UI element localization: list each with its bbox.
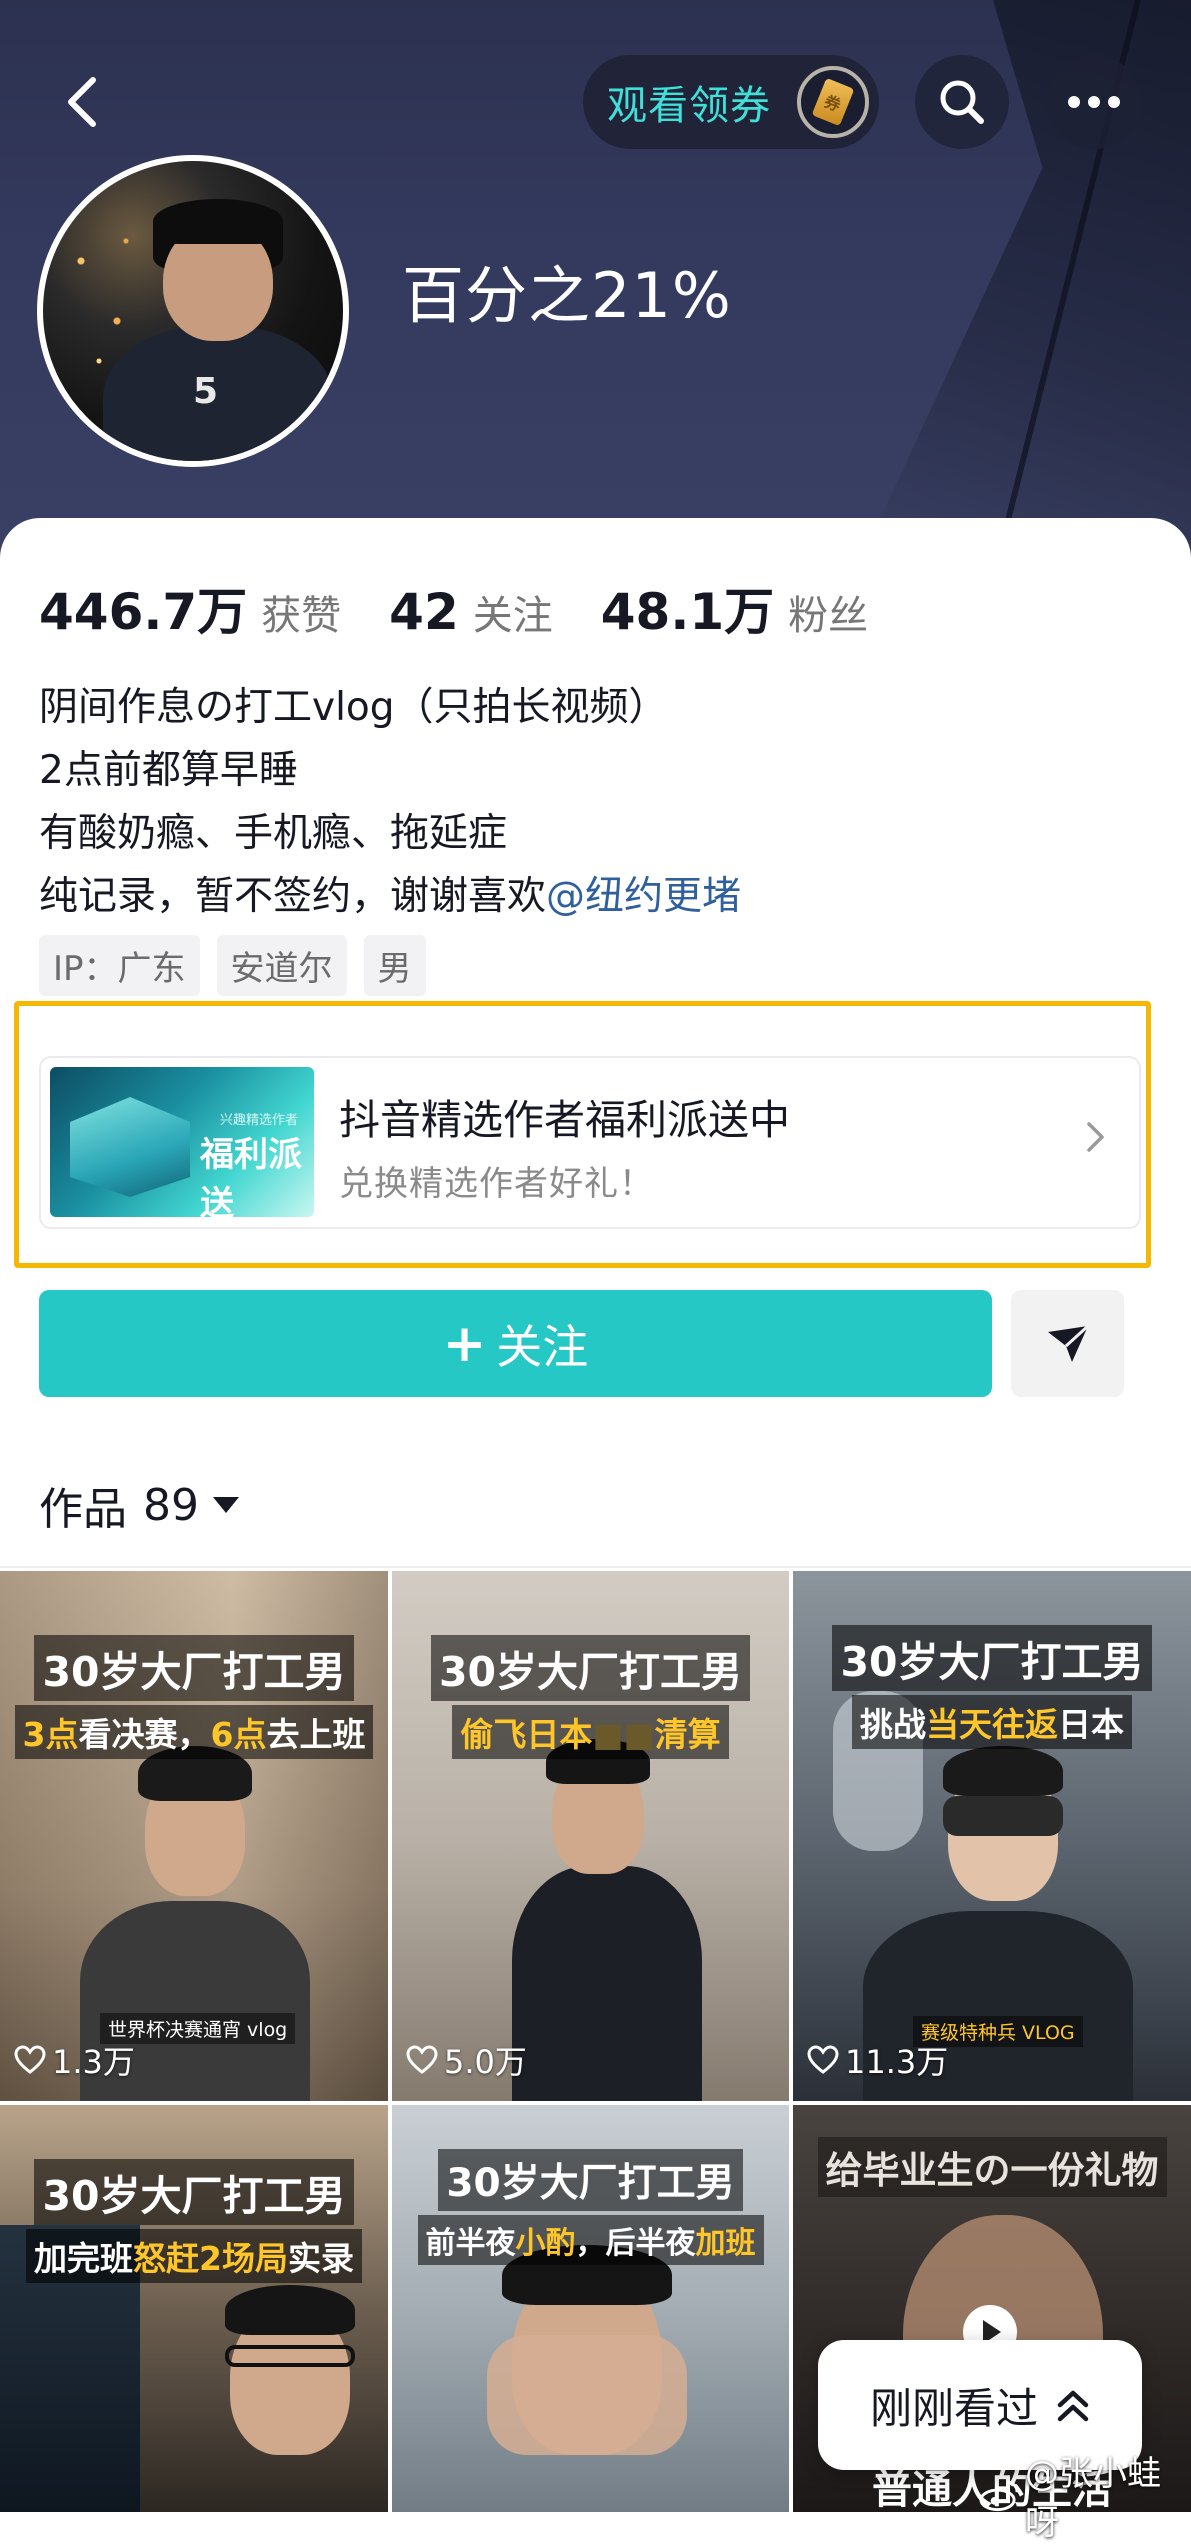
video-thumbnail[interactable]: 30岁大厂打工男 加完班怒赶2场局实录 [0, 2105, 388, 2512]
promo-image: 兴趣精选作者 福利派送 [50, 1067, 314, 1217]
region-tag: 安道尔 [216, 935, 347, 996]
follow-label: 关注 [496, 1319, 589, 1374]
paper-plane-icon [1047, 1324, 1089, 1362]
plus-icon: + [442, 1313, 487, 1374]
video-thumbnail[interactable]: 30岁大厂打工男 偷飞日本■■清算 5.0万 [392, 1571, 789, 2101]
weibo-logo-icon [979, 2480, 1019, 2512]
back-button[interactable] [36, 55, 130, 149]
caret-down-icon [213, 1497, 239, 1513]
gender-tag: 男 [363, 935, 426, 996]
video-subtitle: 加完班怒赶2场局实录 [26, 2229, 362, 2283]
divider [0, 1566, 1191, 1568]
ticket-icon: 券 [797, 66, 869, 138]
works-count: 89 [143, 1479, 199, 1531]
bio-line: 有酸奶瘾、手机瘾、拖延症 [39, 811, 508, 856]
video-likes: 11.3万 [807, 2037, 948, 2083]
video-likes: 5.0万 [406, 2037, 527, 2083]
promo-image-small-text: 兴趣精选作者 [220, 1113, 299, 1128]
works-tab-header[interactable]: 作品 89 [39, 1473, 239, 1537]
video-thumbnail[interactable]: 30岁大厂打工男 3点看决赛，6点去上班 世界杯决赛通宵 vlog 1.3万 [0, 1571, 388, 2101]
video-subtitle: 挑战当天往返日本 [852, 1695, 1132, 1749]
heart-icon [14, 2045, 46, 2074]
bio-line: 纯记录，暂不签约，谢谢喜欢@纽约更堵 [39, 865, 741, 928]
video-subtitle: 3点看决赛，6点去上班 [14, 1705, 374, 1759]
watermark-text: @张小蛙呀 [1024, 2454, 1161, 2543]
video-thumbnail[interactable]: 30岁大厂打工男 前半夜小酌，后半夜加班 [392, 2105, 789, 2512]
chevron-right-icon [1085, 1120, 1107, 1158]
profile-stats: 446.7万 获赞 42 关注 48.1万 粉丝 [39, 572, 916, 644]
double-chevron-up-icon [1057, 2390, 1089, 2422]
heart-icon [807, 2045, 839, 2074]
video-title: 30岁大厂打工男 [34, 1635, 354, 1701]
chevron-left-icon [68, 77, 96, 127]
likes-label: 获赞 [261, 593, 342, 639]
promo-image-big-text: 福利派送 [200, 1135, 302, 1217]
video-subtitle: 偷飞日本■■清算 [452, 1705, 729, 1759]
video-title: 给毕业生の一份礼物 [817, 2137, 1167, 2197]
more-dots-icon [1068, 96, 1120, 108]
search-icon [940, 80, 984, 124]
username: 百分之21% [402, 259, 732, 332]
video-title: 30岁大厂打工男 [430, 1635, 751, 1701]
bio-line: 2点前都算早睡 [39, 748, 298, 793]
video-title: 30岁大厂打工男 [832, 1625, 1152, 1691]
avatar[interactable]: 5 [37, 155, 349, 467]
recently-viewed-label: 刚刚看过 [869, 2383, 1038, 2433]
bio-line: 阴间作息の打工vlog（只拍长视频） [39, 685, 668, 730]
video-thumbnail[interactable]: 30岁大厂打工男 挑战当天往返日本 赛级特种兵 VLOG 11.3万 [793, 1571, 1191, 2101]
followers-count[interactable]: 48.1万 [601, 572, 774, 644]
coupon-label: 观看领券 [607, 83, 771, 129]
video-subtitle: 前半夜小酌，后半夜加班 [417, 2215, 764, 2265]
profile-tags: IP：广东 安道尔 男 [39, 935, 426, 996]
watermark: @张小蛙呀 [978, 2446, 1191, 2544]
search-button[interactable] [915, 55, 1009, 149]
profile-bio: 阴间作息の打工vlog（只拍长视频） 2点前都算早睡 有酸奶瘾、手机瘾、拖延症 … [39, 676, 741, 928]
video-title: 30岁大厂打工男 [438, 2149, 743, 2211]
video-likes: 1.3万 [14, 2037, 135, 2083]
followers-label[interactable]: 粉丝 [788, 583, 868, 641]
video-title: 30岁大厂打工男 [34, 2159, 354, 2225]
bio-text: 纯记录，暂不签约，谢谢喜欢 [39, 874, 547, 919]
works-label: 作品 [39, 1484, 127, 1535]
send-message-button[interactable] [1011, 1290, 1124, 1397]
watch-coupon-button[interactable]: 观看领券 券 [583, 55, 879, 149]
follow-button[interactable]: + 关注 [39, 1290, 992, 1397]
heart-icon [406, 2045, 438, 2074]
following-count[interactable]: 42 [389, 583, 459, 641]
following-label[interactable]: 关注 [473, 583, 553, 641]
promo-subtitle: 兑换精选作者好礼！ [339, 1164, 654, 1204]
ip-location-tag: IP：广东 [39, 935, 200, 996]
more-button[interactable] [1047, 55, 1141, 149]
likes-count: 446.7万 [39, 583, 248, 641]
mention-link[interactable]: @纽约更堵 [546, 874, 741, 919]
promo-title: 抖音精选作者福利派送中 [339, 1096, 790, 1144]
